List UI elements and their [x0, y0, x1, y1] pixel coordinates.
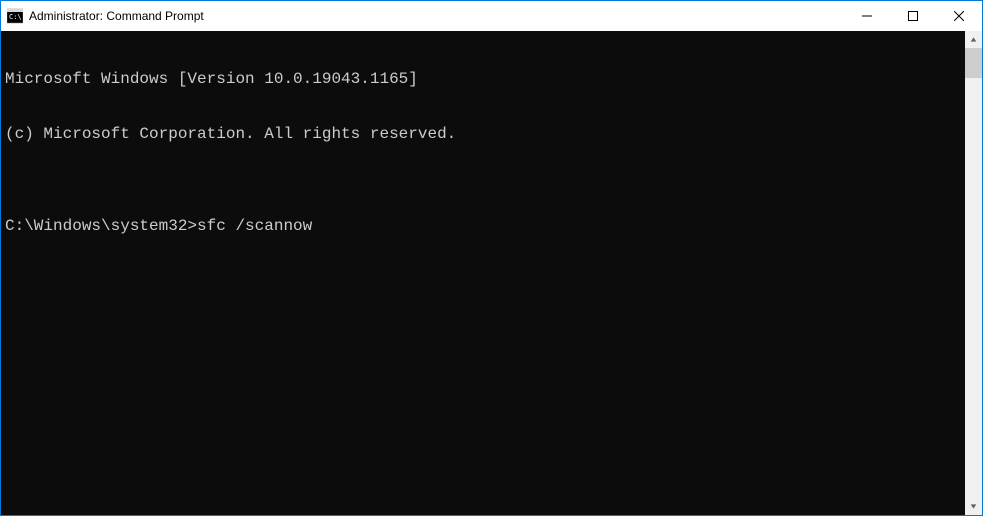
- terminal-output[interactable]: Microsoft Windows [Version 10.0.19043.11…: [1, 31, 965, 515]
- terminal-line: (c) Microsoft Corporation. All rights re…: [5, 125, 961, 143]
- terminal-prompt-line: C:\Windows\system32>sfc /scannow: [5, 217, 961, 235]
- cmd-icon: C:\: [7, 8, 23, 24]
- scrollbar-thumb[interactable]: [965, 48, 982, 78]
- minimize-button[interactable]: [844, 1, 890, 31]
- titlebar[interactable]: C:\ Administrator: Command Prompt: [1, 1, 982, 31]
- close-button[interactable]: [936, 1, 982, 31]
- command-prompt-window: C:\ Administrator: Command Prompt Micros…: [0, 0, 983, 516]
- terminal-line: Microsoft Windows [Version 10.0.19043.11…: [5, 70, 961, 88]
- content-area: Microsoft Windows [Version 10.0.19043.11…: [1, 31, 982, 515]
- svg-text:C:\: C:\: [9, 13, 22, 21]
- window-title: Administrator: Command Prompt: [29, 9, 204, 23]
- terminal-prompt: C:\Windows\system32>: [5, 217, 197, 235]
- maximize-button[interactable]: [890, 1, 936, 31]
- scrollbar-up-arrow[interactable]: [965, 31, 982, 48]
- scrollbar-down-arrow[interactable]: [965, 498, 982, 515]
- vertical-scrollbar[interactable]: [965, 31, 982, 515]
- titlebar-left: C:\ Administrator: Command Prompt: [7, 8, 204, 24]
- terminal-command: sfc /scannow: [197, 217, 312, 235]
- scrollbar-track[interactable]: [965, 48, 982, 498]
- titlebar-controls: [844, 1, 982, 31]
